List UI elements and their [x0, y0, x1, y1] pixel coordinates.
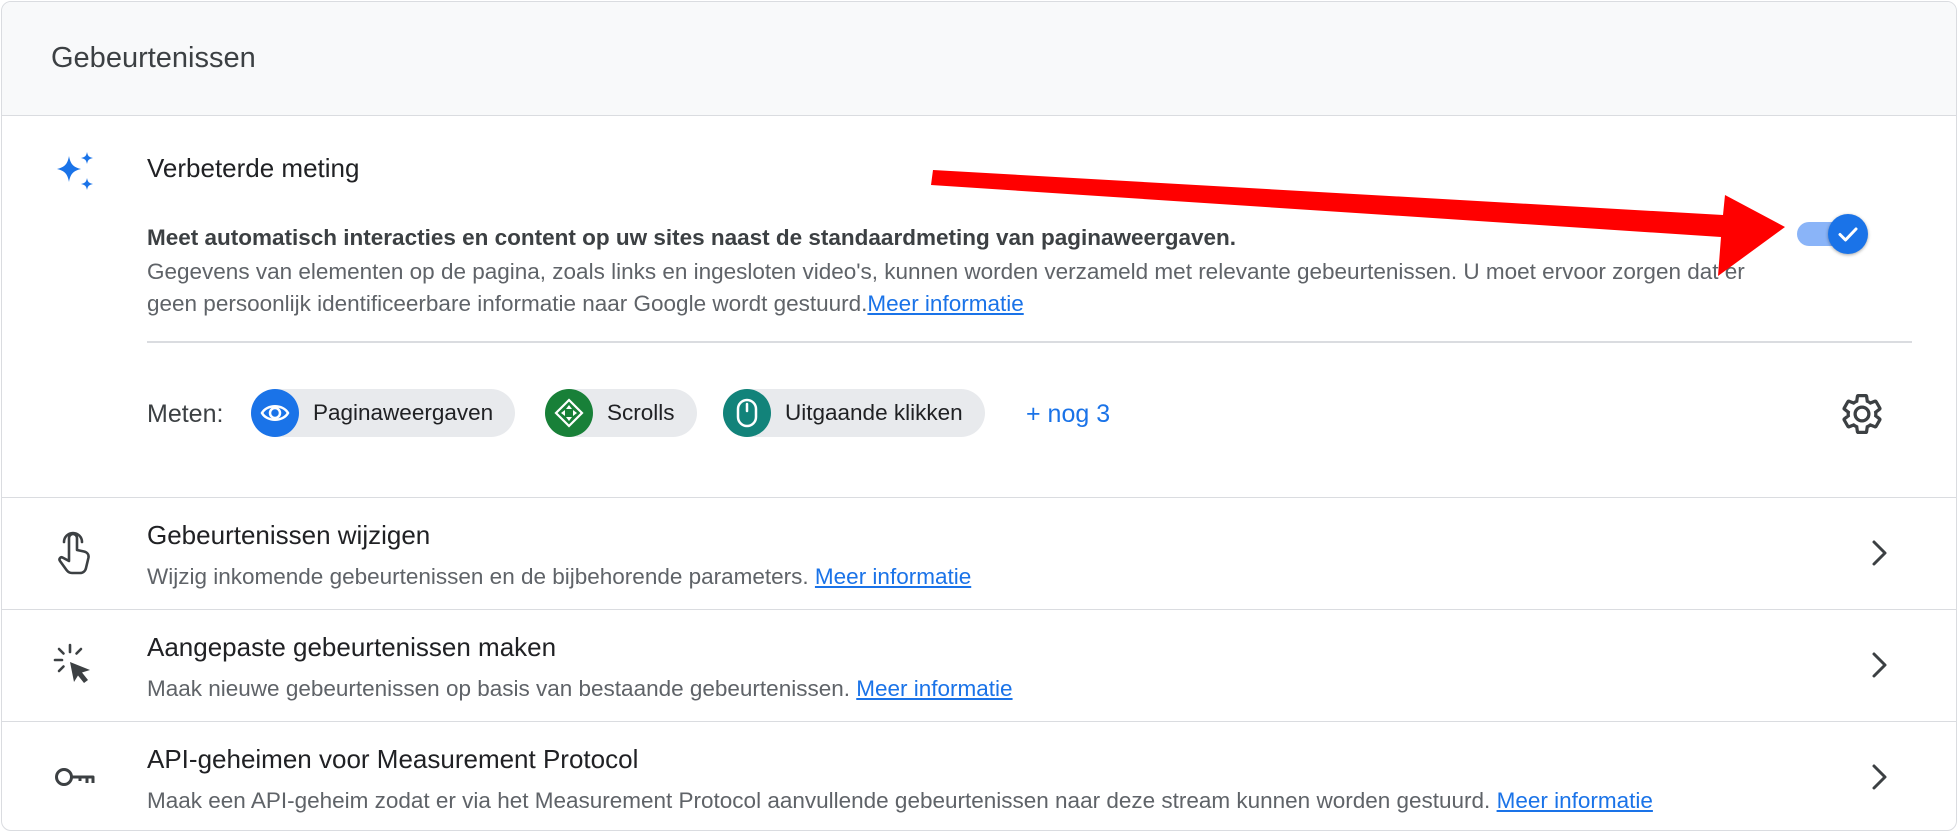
chevron-right-icon	[1872, 540, 1887, 566]
eye-icon	[251, 389, 299, 437]
page-title: Gebeurtenissen	[51, 42, 256, 74]
row-description-text: Maak nieuwe gebeurtenissen op basis van …	[147, 676, 850, 701]
enhanced-measurement-title: Verbeterde meting	[147, 153, 360, 183]
chip-label: Paginaweergaven	[313, 400, 494, 425]
chip-scrolls[interactable]: Scrolls	[545, 389, 697, 437]
enhanced-measurement-toggle[interactable]	[1794, 212, 1872, 256]
gear-icon[interactable]	[1839, 391, 1885, 437]
learn-more-link[interactable]: Meer informatie	[815, 564, 971, 589]
chip-label: Uitgaande klikken	[785, 400, 963, 425]
row-modify-events[interactable]: Gebeurtenissen wijzigen Wijzig inkomende…	[2, 497, 1956, 609]
enhanced-measurement-description: Gegevens van elementen op de pagina, zoa…	[147, 256, 1797, 320]
measure-label: Meten:	[147, 400, 224, 428]
row-description: Maak nieuwe gebeurtenissen op basis van …	[147, 676, 1013, 702]
chip-page-views[interactable]: Paginaweergaven	[251, 389, 516, 437]
cursor-click-icon	[53, 643, 90, 683]
chip-outbound-clicks[interactable]: Uitgaande klikken	[723, 389, 985, 437]
divider	[147, 341, 1912, 343]
learn-more-link[interactable]: Meer informatie	[867, 291, 1023, 316]
row-description: Maak een API-geheim zodat er via het Mea…	[147, 788, 1653, 814]
learn-more-link[interactable]: Meer informatie	[856, 676, 1012, 701]
row-api-secrets[interactable]: API-geheimen voor Measurement Protocol M…	[2, 721, 1956, 830]
row-description-text: Maak een API-geheim zodat er via het Mea…	[147, 788, 1491, 813]
sparkle-icon	[57, 152, 93, 190]
row-description: Wijzig inkomende gebeurtenissen en de bi…	[147, 564, 971, 590]
chevron-right-icon	[1872, 764, 1887, 790]
row-title: API-geheimen voor Measurement Protocol	[147, 744, 639, 774]
scroll-icon	[545, 389, 593, 437]
row-title: Gebeurtenissen wijzigen	[147, 520, 431, 550]
events-card: Gebeurtenissen Verbeterde meting Meet au…	[1, 1, 1957, 831]
check-icon	[1838, 227, 1858, 242]
row-create-custom-events[interactable]: Aangepaste gebeurtenissen maken Maak nie…	[2, 609, 1956, 721]
row-description-text: Wijzig inkomende gebeurtenissen en de bi…	[147, 564, 809, 589]
key-icon	[55, 768, 95, 786]
learn-more-link[interactable]: Meer informatie	[1497, 788, 1653, 813]
mouse-icon	[723, 389, 771, 437]
chip-label: Scrolls	[607, 400, 675, 425]
row-title: Aangepaste gebeurtenissen maken	[147, 632, 557, 662]
show-more-link[interactable]: + nog 3	[1026, 400, 1110, 429]
chevron-right-icon	[1872, 652, 1887, 678]
card-header: Gebeurtenissen	[2, 2, 1956, 116]
touch-hand-icon	[58, 531, 90, 575]
enhanced-measurement-summary: Meet automatisch interacties en content …	[147, 225, 1237, 250]
toggle-thumb	[1828, 214, 1868, 254]
